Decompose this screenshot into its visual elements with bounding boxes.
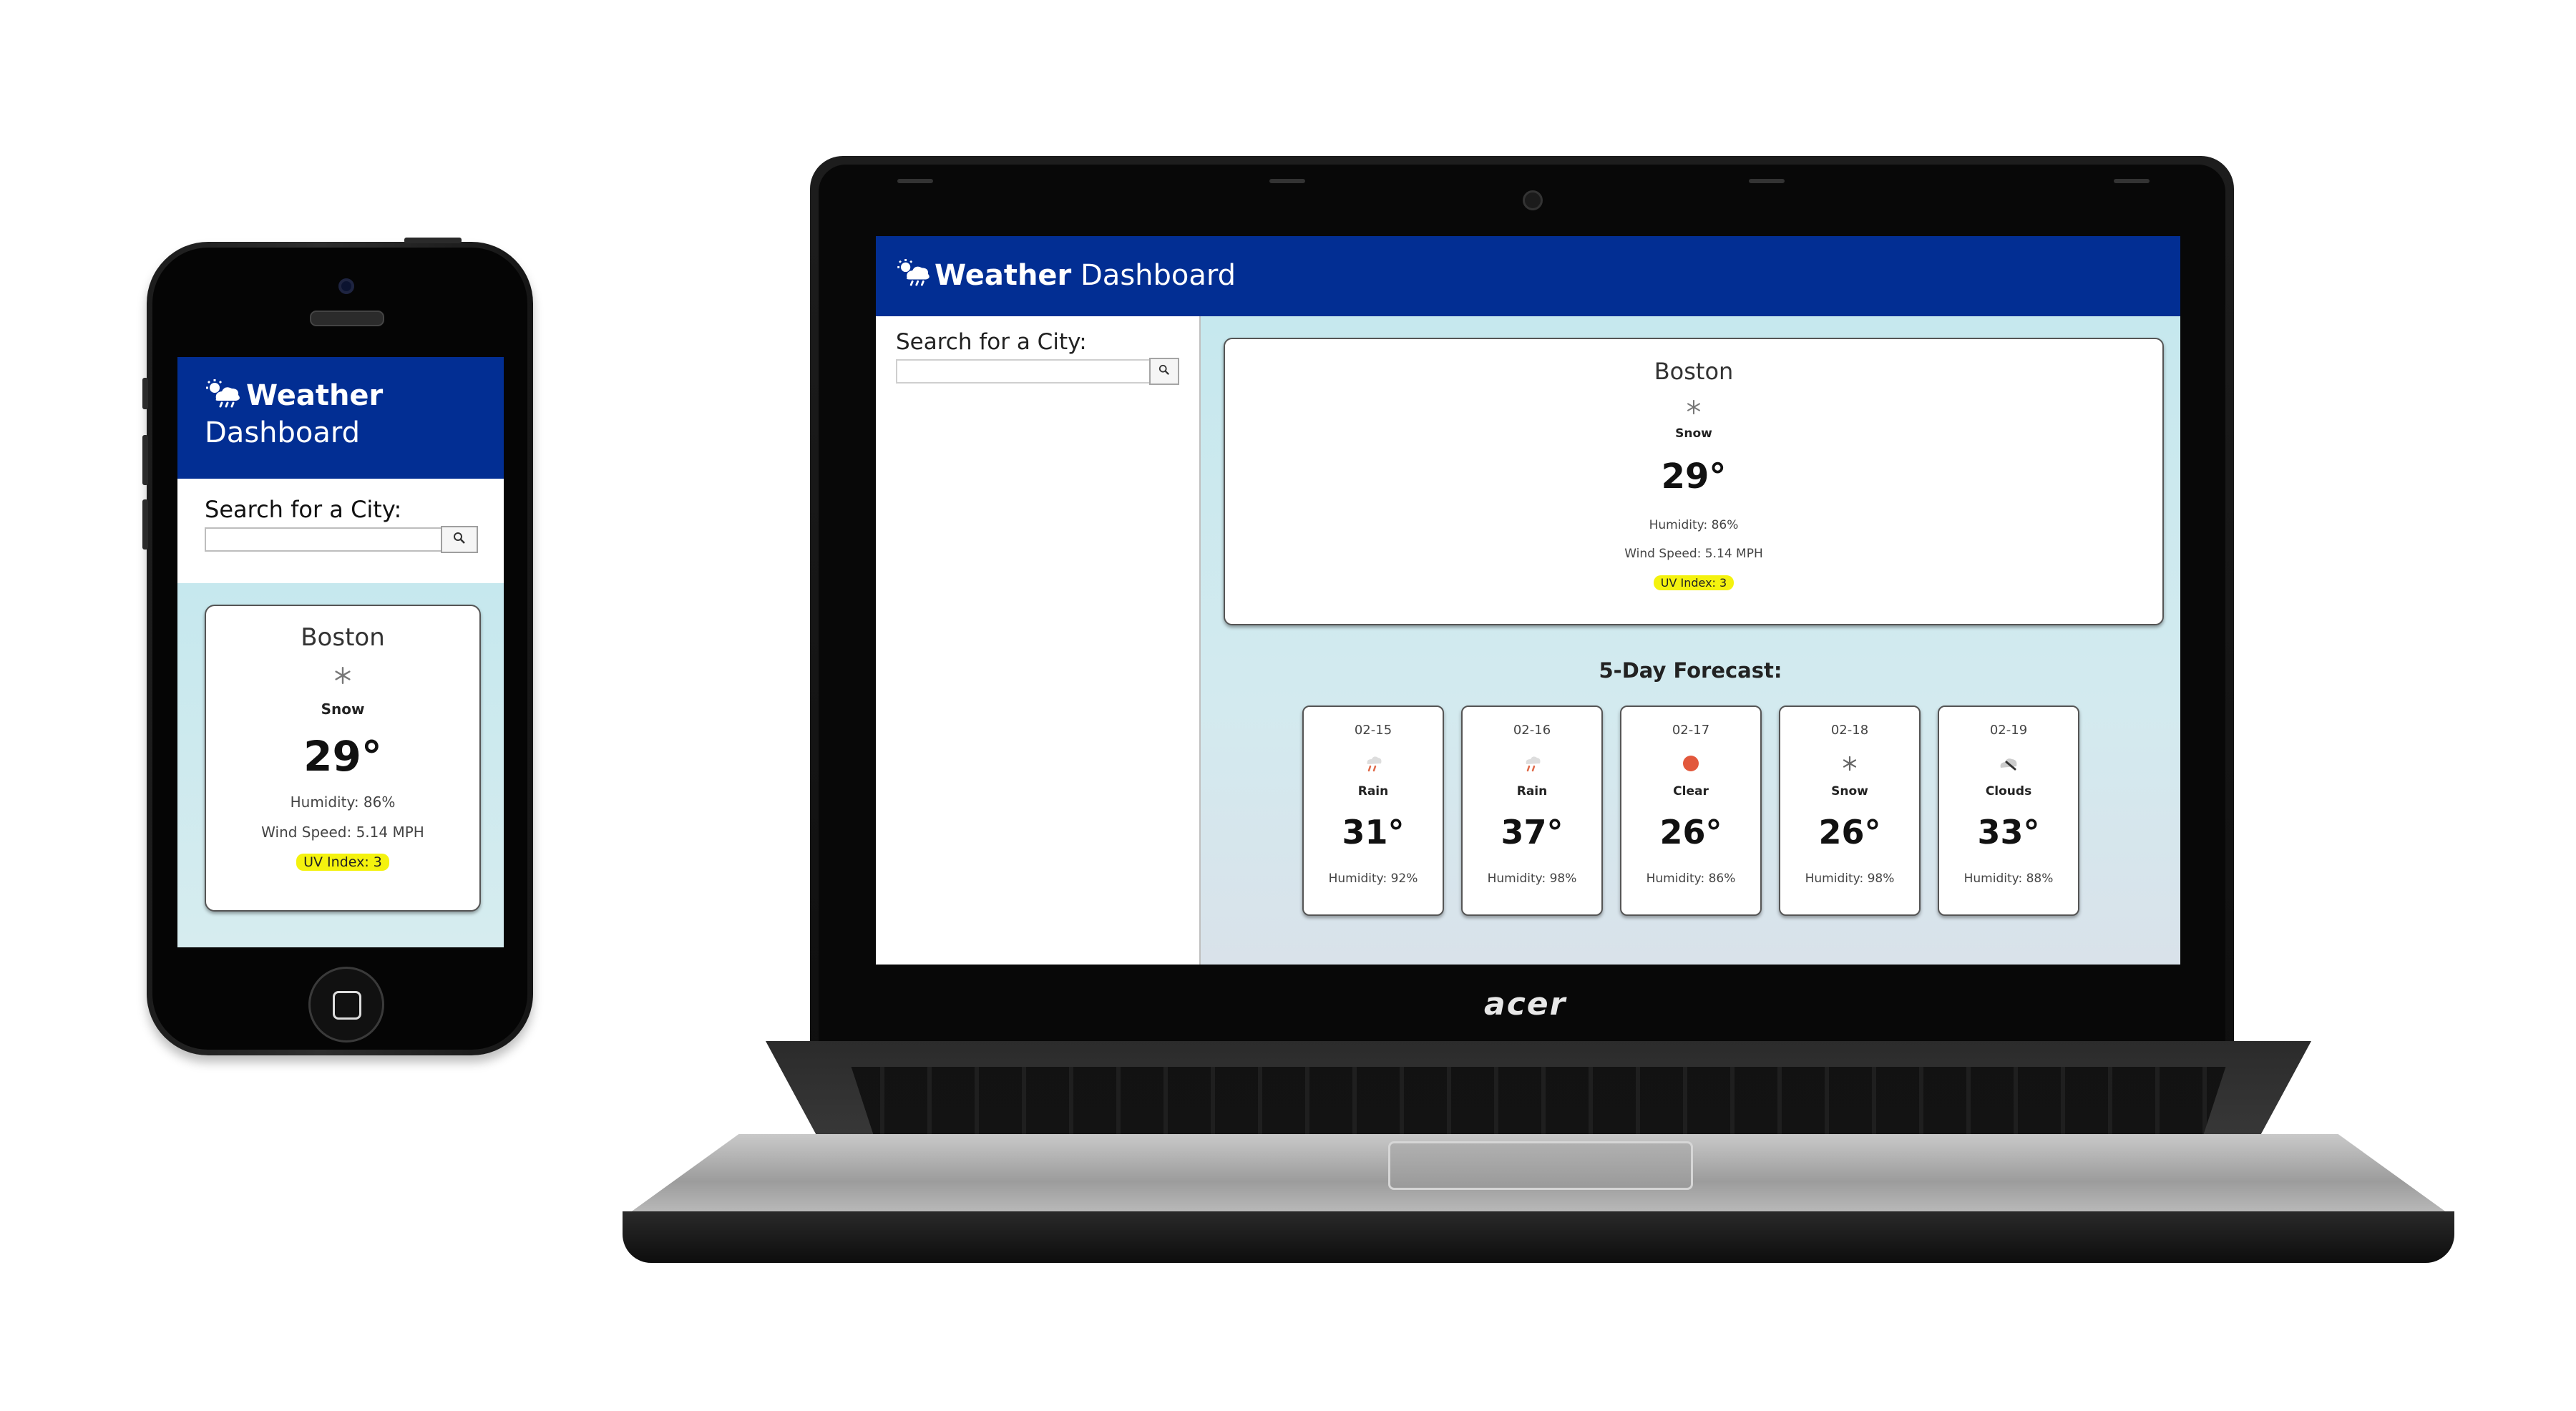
forecast-card: 02-19 Clouds 33° Humidity: 88% bbox=[1938, 706, 2079, 916]
search-input[interactable] bbox=[205, 527, 441, 552]
current-weather-card: Boston Snow 29° Humidity: 86% Wind Speed… bbox=[1224, 338, 2164, 625]
phone-screen: Weather Dashboard Search for a City: Bos… bbox=[177, 357, 504, 947]
bezel-notch bbox=[2114, 179, 2150, 183]
header: Weather Dashboard bbox=[177, 357, 504, 479]
search-icon bbox=[453, 532, 466, 547]
forecast-date: 02-15 bbox=[1354, 723, 1392, 738]
temperature: 29° bbox=[303, 732, 382, 781]
search-label: Search for a City: bbox=[896, 329, 1087, 355]
app-title-rest: Dashboard bbox=[1080, 259, 1236, 292]
humidity: Humidity: 86% bbox=[290, 794, 396, 811]
current-weather-card: Boston Snow 29° Humidity: 86% Wind Speed… bbox=[205, 605, 481, 912]
phone-volume-down bbox=[142, 499, 148, 550]
app-title: Weather Dashboard bbox=[205, 379, 383, 450]
forecast-card: 02-18 Snow 26° Humidity: 98% bbox=[1779, 706, 1921, 916]
search-label: Search for a City: bbox=[205, 496, 402, 523]
wind-speed: Wind Speed: 5.14 MPH bbox=[1624, 547, 1763, 561]
app-title: Weather Dashboard bbox=[896, 258, 1236, 295]
city-name: Boston bbox=[1654, 358, 1734, 385]
phone-home-button bbox=[308, 967, 384, 1043]
forecast-title: 5-Day Forecast: bbox=[1599, 658, 1782, 683]
forecast-condition: Rain bbox=[1516, 784, 1548, 799]
app-title-rest: Dashboard bbox=[205, 416, 361, 449]
cloud-sun-rain-icon bbox=[896, 259, 932, 295]
app-title-bold: Weather bbox=[935, 259, 1072, 292]
laptop-base bbox=[623, 1041, 2454, 1284]
bezel-notch bbox=[1269, 179, 1305, 183]
laptop-bottom bbox=[623, 1211, 2454, 1263]
forecast-date: 02-19 bbox=[1989, 723, 2028, 738]
sidebar: Search for a City: bbox=[876, 316, 1201, 965]
rain-icon bbox=[1463, 754, 1601, 773]
city-name: Boston bbox=[301, 623, 385, 652]
cloud-sun-rain-icon bbox=[205, 379, 242, 416]
forecast-condition: Clear bbox=[1673, 784, 1709, 799]
forecast-date: 02-18 bbox=[1830, 723, 1869, 738]
laptop-webcam bbox=[1523, 190, 1543, 210]
forecast-date: 02-16 bbox=[1513, 723, 1551, 738]
phone-power-button bbox=[404, 238, 462, 243]
forecast-card: 02-15 Rain 31° Humidity: 92% bbox=[1302, 706, 1444, 916]
phone-speaker bbox=[310, 311, 384, 326]
laptop-screen: Weather Dashboard Search for a City: Bos… bbox=[876, 236, 2180, 965]
forecast-temp: 26° bbox=[1659, 813, 1722, 851]
forecast-temp: 33° bbox=[1977, 813, 2040, 851]
touchpad bbox=[1388, 1141, 1693, 1190]
forecast-condition: Snow bbox=[1831, 784, 1868, 799]
bezel-notch bbox=[897, 179, 933, 183]
forecast-humidity: Humidity: 88% bbox=[1963, 872, 2054, 886]
main-content: Boston Snow 29° Humidity: 86% Wind Speed… bbox=[177, 583, 504, 947]
search-button[interactable] bbox=[441, 526, 478, 553]
rain-icon bbox=[1304, 754, 1443, 773]
snowflake-icon bbox=[206, 666, 479, 688]
forecast-card: 02-16 Rain 37° Humidity: 98% bbox=[1461, 706, 1603, 916]
uv-row: UV Index: 3 bbox=[206, 854, 479, 871]
search-button[interactable] bbox=[1149, 358, 1179, 385]
forecast-condition: Clouds bbox=[1985, 784, 2032, 799]
forecast-date: 02-17 bbox=[1672, 723, 1710, 738]
main-content: Boston Snow 29° Humidity: 86% Wind Speed… bbox=[1201, 316, 2180, 965]
forecast-humidity: Humidity: 98% bbox=[1487, 872, 1577, 886]
wind-speed: Wind Speed: 5.14 MPH bbox=[261, 824, 424, 841]
bezel-notch bbox=[1749, 179, 1785, 183]
forecast-card: 02-17 Clear 26° Humidity: 86% bbox=[1620, 706, 1762, 916]
uv-index-badge: UV Index: 3 bbox=[1653, 575, 1735, 590]
forecast-temp: 37° bbox=[1501, 813, 1563, 851]
temperature: 29° bbox=[1661, 456, 1727, 497]
cloud-icon bbox=[1939, 754, 2078, 773]
phone-volume-up bbox=[142, 435, 148, 485]
phone-mute-switch bbox=[142, 378, 148, 409]
uv-row: UV Index: 3 bbox=[1225, 575, 2162, 590]
forecast-condition: Rain bbox=[1357, 784, 1389, 799]
forecast-temp: 31° bbox=[1342, 813, 1405, 851]
condition-label: Snow bbox=[321, 700, 365, 718]
snowflake-icon bbox=[1780, 754, 1919, 773]
forecast-humidity: Humidity: 92% bbox=[1328, 872, 1418, 886]
phone-camera bbox=[338, 278, 354, 294]
search-icon bbox=[1158, 364, 1170, 379]
uv-index-badge: UV Index: 3 bbox=[296, 854, 389, 871]
header: Weather Dashboard bbox=[876, 236, 2180, 316]
forecast-humidity: Humidity: 98% bbox=[1805, 872, 1895, 886]
forecast-temp: 26° bbox=[1818, 813, 1881, 851]
sun-icon bbox=[1621, 754, 1760, 773]
search-input[interactable] bbox=[896, 359, 1149, 384]
forecast-humidity: Humidity: 86% bbox=[1646, 872, 1736, 886]
condition-label: Snow bbox=[1675, 426, 1712, 441]
app-title-bold: Weather bbox=[246, 379, 384, 412]
humidity: Humidity: 86% bbox=[1649, 518, 1739, 532]
laptop-brand-logo: acer bbox=[1484, 986, 1567, 1022]
phone-mockup: Weather Dashboard Search for a City: Bos… bbox=[142, 238, 533, 1055]
snowflake-icon bbox=[1225, 399, 2162, 418]
